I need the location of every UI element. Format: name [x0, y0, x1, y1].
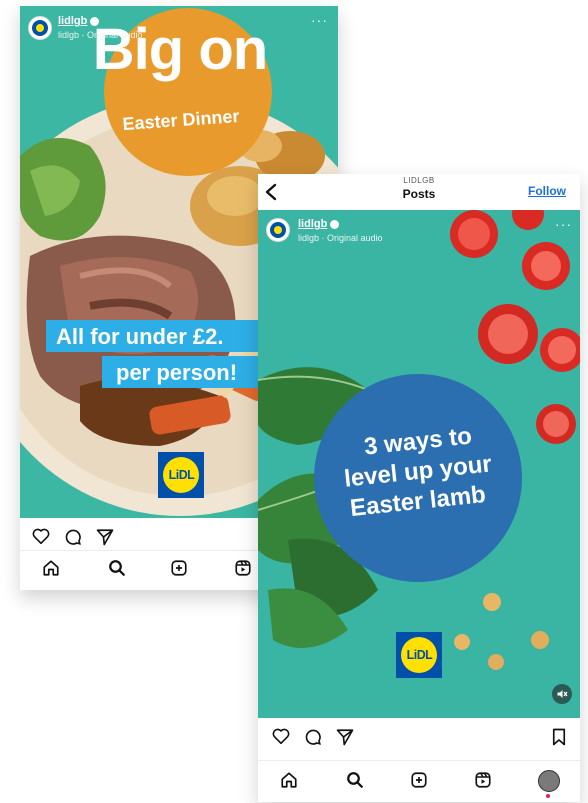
price-banner-line2: per person! — [116, 360, 238, 385]
account-name[interactable]: lidlgb — [58, 15, 100, 27]
heart-icon[interactable] — [32, 528, 50, 544]
share-icon[interactable] — [96, 528, 114, 546]
verified-icon — [90, 16, 100, 26]
mute-icon[interactable] — [552, 684, 572, 704]
reels-icon[interactable] — [234, 559, 252, 577]
search-icon[interactable] — [108, 559, 126, 577]
more-icon[interactable]: ··· — [555, 216, 572, 232]
reels-icon[interactable] — [474, 771, 492, 789]
avatar[interactable] — [266, 218, 290, 242]
heart-icon[interactable] — [272, 728, 290, 744]
more-icon[interactable]: ··· — [311, 12, 328, 28]
home-icon[interactable] — [42, 559, 60, 577]
comment-icon[interactable] — [64, 528, 82, 546]
audio-label[interactable]: lidlgb · Original audio — [58, 30, 143, 40]
search-icon[interactable] — [346, 771, 364, 789]
action-row — [258, 726, 580, 748]
posts-header: LIDLGB Posts Follow — [258, 174, 580, 210]
follow-link[interactable]: Follow — [528, 184, 566, 198]
verified-icon — [330, 219, 340, 229]
profile-icon[interactable] — [538, 770, 560, 792]
account-name[interactable]: lidlgb — [298, 218, 340, 230]
post-card-easter-lamb: LIDLGB Posts Follow 3 ways to level up y… — [258, 174, 580, 802]
bookmark-icon[interactable] — [552, 728, 566, 746]
notification-dot — [546, 794, 550, 798]
share-icon[interactable] — [336, 728, 354, 746]
avatar[interactable] — [28, 16, 52, 40]
price-banner-line1: All for under £2. — [56, 324, 224, 349]
headline-text: Big on — [92, 17, 268, 82]
lidl-logo: LiDL — [158, 452, 204, 498]
lidl-logo: LiDL — [396, 632, 442, 678]
home-icon[interactable] — [280, 771, 298, 789]
create-icon[interactable] — [170, 559, 188, 577]
post-media[interactable]: 3 ways to level up your Easter lamb LiDL… — [258, 210, 580, 718]
comment-icon[interactable] — [304, 728, 322, 746]
audio-label[interactable]: lidlgb · Original audio — [298, 233, 383, 243]
bottom-nav — [258, 760, 580, 802]
create-icon[interactable] — [410, 771, 428, 789]
